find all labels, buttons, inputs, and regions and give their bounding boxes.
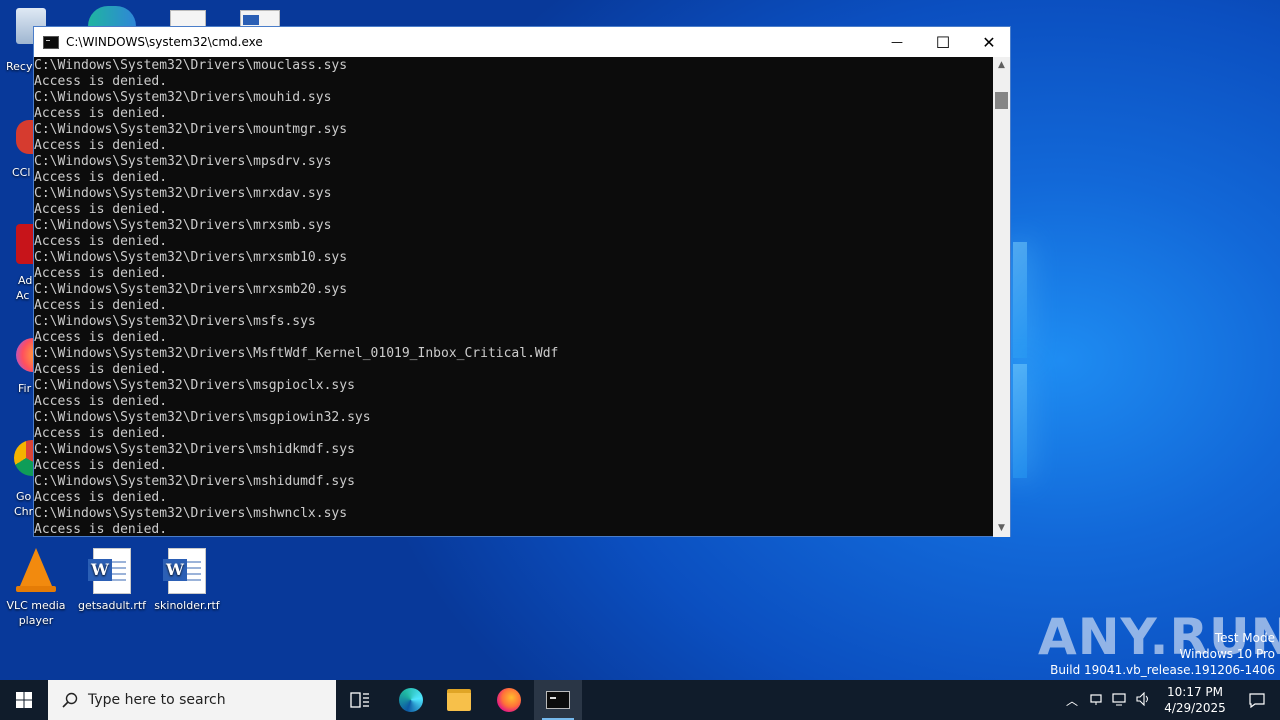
scroll-up-arrow-icon[interactable]: ▲: [993, 57, 1010, 74]
action-center-button[interactable]: [1234, 680, 1280, 720]
maximize-icon: ☐: [935, 32, 951, 52]
window-titlebar[interactable]: C:\WINDOWS\system32\cmd.exe — ☐ ✕: [34, 27, 1010, 57]
console-line: C:\Windows\System32\Drivers\mrxdav.sys: [34, 186, 332, 201]
console-line: C:\Windows\System32\Drivers\mshidumdf.sy…: [34, 474, 355, 489]
console-line: Access is denied.: [34, 234, 168, 249]
word-document-icon: W: [163, 548, 208, 594]
show-hidden-icons-chevron-icon[interactable]: ︿: [1060, 692, 1084, 709]
clock-date: 4/29/2025: [1164, 701, 1226, 715]
console-line: Access is denied.: [34, 490, 168, 505]
console-output[interactable]: C:\Windows\System32\Drivers\mouclass.sys…: [34, 57, 994, 538]
search-icon: [62, 692, 78, 708]
taskbar-cmd-active[interactable]: [534, 680, 582, 720]
scroll-down-arrow-icon[interactable]: ▼: [993, 520, 1010, 537]
task-view-button[interactable]: [338, 680, 382, 720]
window-title: C:\WINDOWS\system32\cmd.exe: [66, 35, 263, 49]
clock-time: 10:17 PM: [1167, 685, 1223, 699]
console-line: Access is denied.: [34, 362, 168, 377]
console-line: Access is denied.: [34, 266, 168, 281]
folder-icon: [447, 689, 471, 711]
taskbar-file-explorer[interactable]: [436, 680, 482, 720]
console-line: Access is denied.: [34, 298, 168, 313]
close-button[interactable]: ✕: [966, 27, 1012, 57]
desktop-icon-label: getsadult.rtf: [77, 599, 147, 612]
desktop-icon-word-partial[interactable]: [240, 10, 280, 27]
console-line: Access is denied.: [34, 170, 168, 185]
desktop-icon-skinolder-rtf[interactable]: W skinolder.rtf: [152, 548, 222, 613]
cmd-icon: [546, 691, 570, 709]
console-line: Access is denied.: [34, 394, 168, 409]
console-line: C:\Windows\System32\Drivers\msgpioclx.sy…: [34, 378, 355, 393]
desktop-icon-file-partial[interactable]: [170, 10, 206, 27]
console-line: Access is denied.: [34, 74, 168, 89]
desktop-icon-vlc[interactable]: VLC media player: [1, 548, 71, 628]
console-line: C:\Windows\System32\Drivers\mshwnclx.sys: [34, 506, 348, 521]
vlc-icon: [15, 548, 57, 594]
desktop-icon-edge-partial[interactable]: [88, 6, 136, 26]
maximize-button[interactable]: ☐: [920, 27, 966, 57]
build-label: Build 19041.vb_release.191206-1406: [1050, 663, 1275, 677]
console-line: Access is denied.: [34, 330, 168, 345]
console-line: C:\Windows\System32\Drivers\mshidkmdf.sy…: [34, 442, 355, 457]
os-edition-label: Windows 10 Pro: [1179, 647, 1275, 661]
network-icon[interactable]: [1108, 691, 1132, 710]
edge-icon: [399, 688, 423, 712]
console-line: C:\Windows\System32\Drivers\mrxsmb.sys: [34, 218, 332, 233]
cmd-window[interactable]: C:\WINDOWS\system32\cmd.exe — ☐ ✕ C:\Win…: [33, 26, 1011, 537]
console-scrollbar[interactable]: ▲ ▼: [993, 57, 1010, 537]
desktop-icon-label: VLC media player: [6, 599, 66, 627]
close-icon: ✕: [982, 32, 996, 52]
notification-icon: [1249, 693, 1265, 708]
console-line: Access is denied.: [34, 202, 168, 217]
desktop-icon-getsadult-rtf[interactable]: W getsadult.rtf: [77, 548, 147, 613]
search-placeholder: Type here to search: [88, 692, 226, 708]
console-line: C:\Windows\System32\Drivers\msgpiowin32.…: [34, 410, 371, 425]
console-line: Access is denied.: [34, 458, 168, 473]
test-mode-label: Test Mode: [1214, 631, 1275, 645]
task-view-icon: [350, 692, 369, 708]
network-status-icon[interactable]: [1084, 691, 1108, 710]
console-line: C:\Windows\System32\Drivers\mrxsmb20.sys: [34, 282, 348, 297]
console-line: C:\Windows\System32\Drivers\MsftWdf_Kern…: [34, 346, 559, 361]
console-line: Access is denied.: [34, 106, 168, 121]
console-line: C:\Windows\System32\Drivers\mouhid.sys: [34, 90, 332, 105]
taskbar-firefox[interactable]: [486, 680, 532, 720]
taskbar-edge[interactable]: [388, 680, 434, 720]
console-line: C:\Windows\System32\Drivers\mountmgr.sys: [34, 122, 348, 137]
console-line: C:\Windows\System32\Drivers\mpsdrv.sys: [34, 154, 332, 169]
system-tray: ︿ 10:17 PM 4/29/2025: [1060, 680, 1280, 720]
volume-icon[interactable]: [1132, 691, 1156, 710]
firefox-icon: [497, 688, 521, 712]
taskbar-search-box[interactable]: Type here to search: [48, 680, 336, 720]
taskbar-clock[interactable]: 10:17 PM 4/29/2025: [1156, 684, 1234, 716]
console-line: C:\Windows\System32\Drivers\mrxsmb10.sys: [34, 250, 348, 265]
console-line: Access is denied.: [34, 138, 168, 153]
console-line: C:\Windows\System32\Drivers\mouclass.sys: [34, 58, 348, 73]
console-line: Access is denied.: [34, 522, 168, 537]
word-document-icon: W: [88, 548, 133, 594]
start-button[interactable]: [0, 680, 48, 720]
console-line: Access is denied.: [34, 426, 168, 441]
minimize-button[interactable]: —: [874, 27, 920, 57]
minimize-icon: —: [891, 35, 903, 49]
wallpaper-windows-logo: [1013, 240, 1133, 480]
taskbar: Type here to search ︿ 10:17 PM 4/29/2025: [0, 680, 1280, 720]
system-info-watermark: Test Mode Windows 10 Pro Build 19041.vb_…: [1050, 630, 1275, 678]
console-line: C:\Windows\System32\Drivers\msfs.sys: [34, 314, 316, 329]
scrollbar-thumb[interactable]: [995, 92, 1008, 109]
windows-start-icon: [16, 692, 32, 708]
desktop-icon-label: skinolder.rtf: [154, 599, 220, 612]
cmd-icon: [43, 35, 59, 49]
